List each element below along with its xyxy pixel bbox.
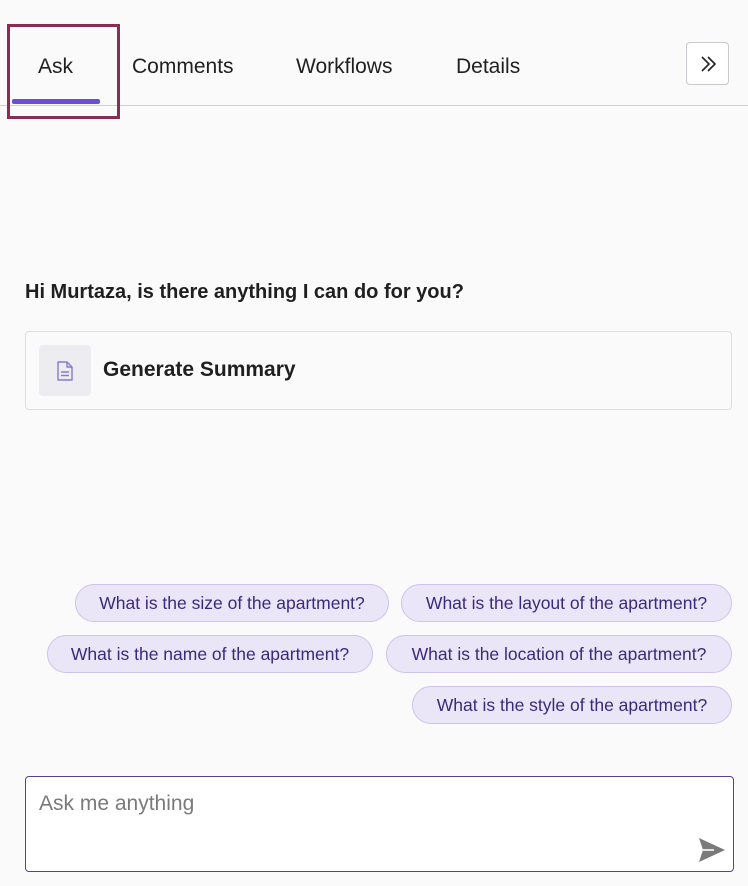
generate-summary-card[interactable]: Generate Summary [25, 331, 732, 410]
send-button[interactable] [698, 837, 726, 863]
send-icon [699, 838, 725, 862]
collapse-panel-button[interactable] [686, 42, 729, 85]
document-icon [57, 360, 73, 381]
chevrons-right-icon [700, 55, 716, 72]
tab-highlight-box [7, 24, 120, 119]
suggestion-chip-location[interactable]: What is the location of the apartment? [386, 635, 732, 673]
suggestion-chip-name[interactable]: What is the name of the apartment? [47, 635, 373, 673]
greeting-text: Hi Murtaza, is there anything I can do f… [25, 281, 464, 303]
tab-comments[interactable]: Comments [132, 55, 234, 79]
ask-input-container [25, 776, 734, 872]
document-icon-box [39, 345, 91, 396]
ask-input[interactable] [39, 789, 699, 819]
generate-summary-label: Generate Summary [103, 358, 296, 381]
tab-bar: Ask Comments Workflows Details [0, 0, 748, 119]
tab-workflows[interactable]: Workflows [296, 55, 392, 79]
suggestion-chip-layout[interactable]: What is the layout of the apartment? [401, 584, 732, 622]
ask-panel: Ask Comments Workflows Details Hi Murtaz… [0, 0, 748, 886]
tab-details[interactable]: Details [456, 55, 520, 79]
suggestion-chip-size[interactable]: What is the size of the apartment? [75, 584, 389, 622]
suggestion-chip-style[interactable]: What is the style of the apartment? [412, 686, 732, 724]
